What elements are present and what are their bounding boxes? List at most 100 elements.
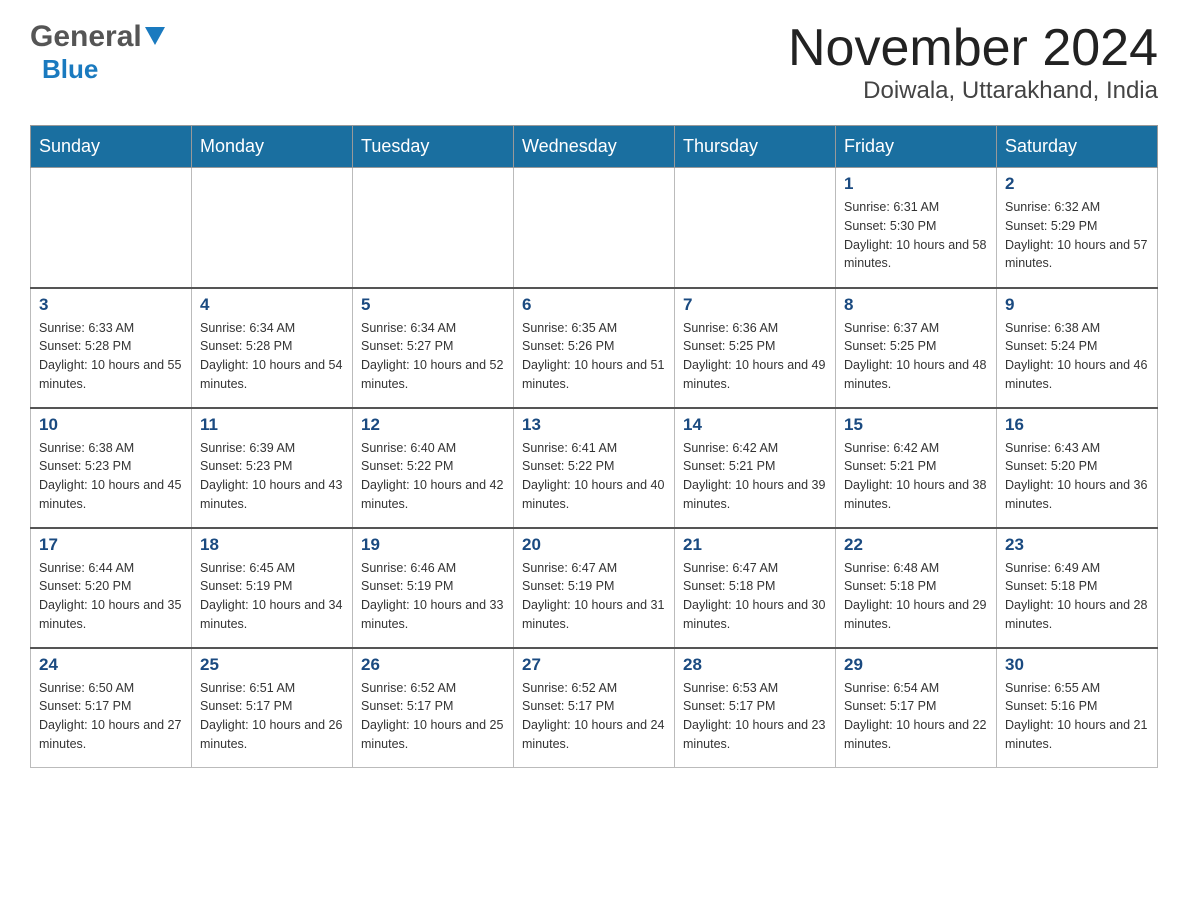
day-number: 6 [522, 295, 666, 315]
day-info: Sunrise: 6:49 AMSunset: 5:18 PMDaylight:… [1005, 559, 1149, 634]
day-info: Sunrise: 6:43 AMSunset: 5:20 PMDaylight:… [1005, 439, 1149, 514]
location-title: Doiwala, Uttarakhand, India [788, 77, 1158, 105]
calendar-cell: 24 Sunrise: 6:50 AMSunset: 5:17 PMDayligh… [31, 648, 192, 768]
calendar-week-4: 17 Sunrise: 6:44 AMSunset: 5:20 PMDayligh… [31, 528, 1158, 648]
day-number: 7 [683, 295, 827, 315]
day-info: Sunrise: 6:45 AMSunset: 5:19 PMDaylight:… [200, 559, 344, 634]
calendar-cell: 19 Sunrise: 6:46 AMSunset: 5:19 PMDayligh… [353, 528, 514, 648]
day-number: 26 [361, 655, 505, 675]
day-info: Sunrise: 6:44 AMSunset: 5:20 PMDaylight:… [39, 559, 183, 634]
calendar-cell: 4Sunrise: 6:34 AMSunset: 5:28 PMDaylight… [192, 288, 353, 408]
header: General Blue November 2024 Doiwala, Utta… [30, 20, 1158, 105]
calendar-cell: 16 Sunrise: 6:43 AMSunset: 5:20 PMDayligh… [997, 408, 1158, 528]
calendar-cell: 21Sunrise: 6:47 AMSunset: 5:18 PMDayligh… [675, 528, 836, 648]
day-number: 13 [522, 415, 666, 435]
logo-blue-text: Blue [42, 54, 98, 84]
calendar-cell: 12Sunrise: 6:40 AMSunset: 5:22 PMDayligh… [353, 408, 514, 528]
day-number: 25 [200, 655, 344, 675]
logo-area: General Blue [30, 20, 167, 85]
calendar-cell: 2Sunrise: 6:32 AMSunset: 5:29 PMDaylight… [997, 168, 1158, 288]
header-day-thursday: Thursday [675, 126, 836, 168]
day-number: 3 [39, 295, 183, 315]
day-number: 8 [844, 295, 988, 315]
day-number: 22 [844, 535, 988, 555]
calendar-cell: 27Sunrise: 6:52 AMSunset: 5:17 PMDayligh… [514, 648, 675, 768]
day-number: 5 [361, 295, 505, 315]
day-number: 19 [361, 535, 505, 555]
calendar-cell: 20 Sunrise: 6:47 AMSunset: 5:19 PMDayligh… [514, 528, 675, 648]
calendar-cell: 15Sunrise: 6:42 AMSunset: 5:21 PMDayligh… [836, 408, 997, 528]
day-number: 29 [844, 655, 988, 675]
calendar-cell: 25 Sunrise: 6:51 AMSunset: 5:17 PMDayligh… [192, 648, 353, 768]
calendar-cell: 14 Sunrise: 6:42 AMSunset: 5:21 PMDayligh… [675, 408, 836, 528]
day-info: Sunrise: 6:50 AMSunset: 5:17 PMDaylight:… [39, 679, 183, 754]
calendar-cell: 26 Sunrise: 6:52 AMSunset: 5:17 PMDayligh… [353, 648, 514, 768]
calendar-week-2: 3 Sunrise: 6:33 AMSunset: 5:28 PMDaylight… [31, 288, 1158, 408]
day-info: Sunrise: 6:37 AMSunset: 5:25 PMDaylight:… [844, 319, 988, 394]
day-info: Sunrise: 6:46 AMSunset: 5:19 PMDaylight:… [361, 559, 505, 634]
day-number: 10 [39, 415, 183, 435]
calendar-table: SundayMondayTuesdayWednesdayThursdayFrid… [30, 125, 1158, 768]
calendar-cell: 18Sunrise: 6:45 AMSunset: 5:19 PMDayligh… [192, 528, 353, 648]
calendar-cell: 17 Sunrise: 6:44 AMSunset: 5:20 PMDayligh… [31, 528, 192, 648]
day-info: Sunrise: 6:31 AMSunset: 5:30 PMDaylight:… [844, 198, 988, 273]
calendar-cell: 28 Sunrise: 6:53 AMSunset: 5:17 PMDayligh… [675, 648, 836, 768]
header-day-sunday: Sunday [31, 126, 192, 168]
month-title: November 2024 [788, 20, 1158, 77]
calendar-cell: 1 Sunrise: 6:31 AMSunset: 5:30 PMDaylight… [836, 168, 997, 288]
calendar-week-3: 10 Sunrise: 6:38 AMSunset: 5:23 PMDayligh… [31, 408, 1158, 528]
day-number: 2 [1005, 174, 1149, 194]
header-day-friday: Friday [836, 126, 997, 168]
day-number: 24 [39, 655, 183, 675]
day-number: 23 [1005, 535, 1149, 555]
day-info: Sunrise: 6:38 AMSunset: 5:24 PMDaylight:… [1005, 319, 1149, 394]
logo-arrow-icon [145, 27, 167, 49]
header-day-wednesday: Wednesday [514, 126, 675, 168]
day-info: Sunrise: 6:38 AMSunset: 5:23 PMDaylight:… [39, 439, 183, 514]
calendar-cell: 13 Sunrise: 6:41 AMSunset: 5:22 PMDayligh… [514, 408, 675, 528]
calendar-cell [514, 168, 675, 288]
calendar-cell [192, 168, 353, 288]
day-info: Sunrise: 6:35 AMSunset: 5:26 PMDaylight:… [522, 319, 666, 394]
day-info: Sunrise: 6:34 AMSunset: 5:27 PMDaylight:… [361, 319, 505, 394]
calendar-cell: 23 Sunrise: 6:49 AMSunset: 5:18 PMDayligh… [997, 528, 1158, 648]
day-number: 17 [39, 535, 183, 555]
day-number: 4 [200, 295, 344, 315]
header-day-tuesday: Tuesday [353, 126, 514, 168]
calendar-cell [353, 168, 514, 288]
title-area: November 2024 Doiwala, Uttarakhand, Indi… [788, 20, 1158, 105]
calendar-cell: 10 Sunrise: 6:38 AMSunset: 5:23 PMDayligh… [31, 408, 192, 528]
day-number: 16 [1005, 415, 1149, 435]
day-number: 27 [522, 655, 666, 675]
day-info: Sunrise: 6:47 AMSunset: 5:19 PMDaylight:… [522, 559, 666, 634]
day-number: 14 [683, 415, 827, 435]
day-info: Sunrise: 6:54 AMSunset: 5:17 PMDaylight:… [844, 679, 988, 754]
day-info: Sunrise: 6:48 AMSunset: 5:18 PMDaylight:… [844, 559, 988, 634]
calendar-cell: 29 Sunrise: 6:54 AMSunset: 5:17 PMDayligh… [836, 648, 997, 768]
day-number: 30 [1005, 655, 1149, 675]
header-day-monday: Monday [192, 126, 353, 168]
day-number: 28 [683, 655, 827, 675]
day-info: Sunrise: 6:42 AMSunset: 5:21 PMDaylight:… [683, 439, 827, 514]
day-info: Sunrise: 6:52 AMSunset: 5:17 PMDaylight:… [361, 679, 505, 754]
calendar-header-row: SundayMondayTuesdayWednesdayThursdayFrid… [31, 126, 1158, 168]
calendar-week-5: 24 Sunrise: 6:50 AMSunset: 5:17 PMDayligh… [31, 648, 1158, 768]
day-info: Sunrise: 6:53 AMSunset: 5:17 PMDaylight:… [683, 679, 827, 754]
calendar-cell: 6 Sunrise: 6:35 AMSunset: 5:26 PMDaylight… [514, 288, 675, 408]
day-number: 1 [844, 174, 988, 194]
day-info: Sunrise: 6:36 AMSunset: 5:25 PMDaylight:… [683, 319, 827, 394]
day-info: Sunrise: 6:33 AMSunset: 5:28 PMDaylight:… [39, 319, 183, 394]
calendar-cell: 22 Sunrise: 6:48 AMSunset: 5:18 PMDayligh… [836, 528, 997, 648]
day-info: Sunrise: 6:51 AMSunset: 5:17 PMDaylight:… [200, 679, 344, 754]
day-number: 21 [683, 535, 827, 555]
calendar-cell [675, 168, 836, 288]
day-info: Sunrise: 6:41 AMSunset: 5:22 PMDaylight:… [522, 439, 666, 514]
calendar-cell: 30Sunrise: 6:55 AMSunset: 5:16 PMDayligh… [997, 648, 1158, 768]
day-number: 11 [200, 415, 344, 435]
day-number: 12 [361, 415, 505, 435]
day-number: 20 [522, 535, 666, 555]
header-day-saturday: Saturday [997, 126, 1158, 168]
day-number: 15 [844, 415, 988, 435]
calendar-cell: 5 Sunrise: 6:34 AMSunset: 5:27 PMDaylight… [353, 288, 514, 408]
calendar-cell: 3 Sunrise: 6:33 AMSunset: 5:28 PMDaylight… [31, 288, 192, 408]
